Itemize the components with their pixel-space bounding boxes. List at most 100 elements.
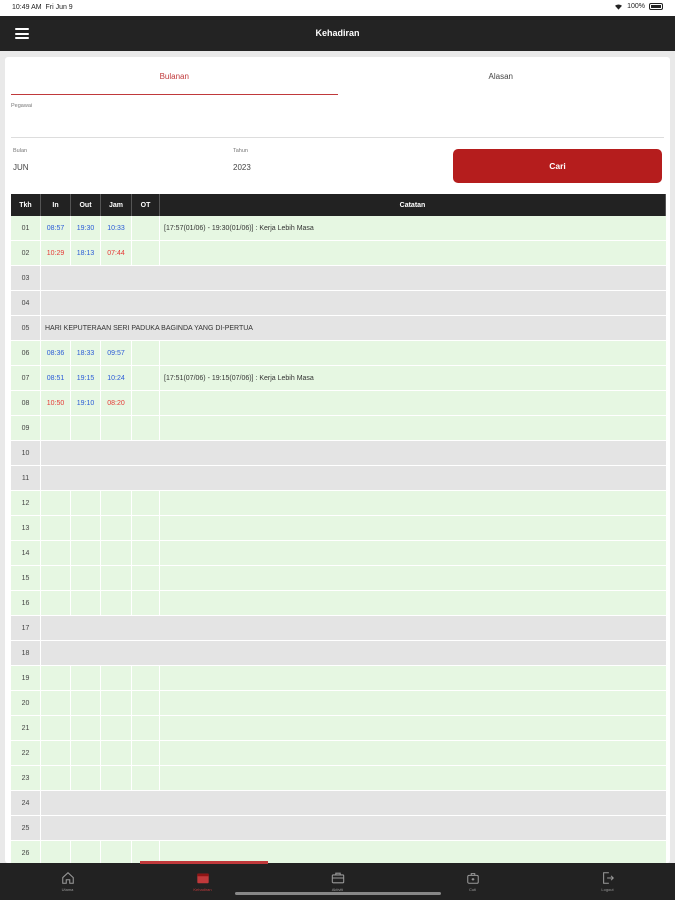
- cell-tkh: 09: [11, 416, 41, 440]
- table-row[interactable]: 13: [11, 516, 666, 541]
- cell-catatan: [160, 666, 666, 690]
- cell-tkh: 12: [11, 491, 41, 515]
- cell-jam: [101, 516, 132, 540]
- cell-jam: [101, 591, 132, 615]
- cell-out: [71, 516, 101, 540]
- table-row[interactable]: 17: [11, 616, 666, 641]
- table-row[interactable]: 20: [11, 691, 666, 716]
- nav-utama[interactable]: Utama: [0, 863, 135, 900]
- cell-tkh: 16: [11, 591, 41, 615]
- header-ot: OT: [132, 194, 160, 216]
- cell-jam: [101, 741, 132, 765]
- table-row[interactable]: 02 10:29 18:13 07:44: [11, 241, 666, 266]
- cell-in: [41, 541, 71, 565]
- cell-tkh: 15: [11, 566, 41, 590]
- table-row[interactable]: 03: [11, 266, 666, 291]
- tahun-select[interactable]: Tahun 2023: [233, 148, 433, 172]
- cell-jam: [101, 766, 132, 790]
- cell-tkh: 17: [11, 616, 41, 640]
- content-card: Bulanan Alasan Pegawai Bulan JUN Tahun 2…: [5, 57, 670, 863]
- cell-tkh: 04: [11, 291, 41, 315]
- header-in: In: [41, 194, 71, 216]
- bulan-label: Bulan: [13, 148, 28, 154]
- cell-jam: [101, 416, 132, 440]
- cell-holiday: HARI KEPUTERAAN SERI PADUKA BAGINDA YANG…: [45, 324, 253, 332]
- table-header: Tkh In Out Jam OT Catatan: [11, 194, 666, 216]
- cell-jam: [101, 716, 132, 740]
- cell-in: [41, 416, 71, 440]
- table-row[interactable]: 01 08:57 19:30 10:33 [17:57(01/06) - 19:30(0…: [11, 216, 666, 241]
- table-row[interactable]: 25: [11, 816, 666, 841]
- cell-catatan: [160, 741, 666, 765]
- cell-tkh: 13: [11, 516, 41, 540]
- cell-ot: [132, 516, 160, 540]
- cell-out: 19:15: [71, 366, 101, 390]
- table-row[interactable]: 08 10:50 19:10 08:20: [11, 391, 666, 416]
- cell-tkh: 14: [11, 541, 41, 565]
- table-row[interactable]: 21: [11, 716, 666, 741]
- pegawai-field[interactable]: Pegawai: [11, 103, 664, 138]
- nav-logout-label: Logout: [601, 887, 614, 892]
- table-row[interactable]: 05 HARI KEPUTERAAN SERI PADUKA BAGINDA YA…: [11, 316, 666, 341]
- cell-catatan: [160, 716, 666, 740]
- cell-holiday: [41, 291, 666, 315]
- table-row[interactable]: 15: [11, 566, 666, 591]
- cell-tkh: 19: [11, 666, 41, 690]
- cell-ot: [132, 741, 160, 765]
- cell-out: [71, 691, 101, 715]
- cell-tkh: 01: [11, 216, 41, 240]
- table-row[interactable]: 10: [11, 441, 666, 466]
- table-row[interactable]: 26: [11, 841, 666, 863]
- cell-tkh: 24: [11, 791, 41, 815]
- cell-ot: [132, 491, 160, 515]
- table-row[interactable]: 18: [11, 641, 666, 666]
- table-row[interactable]: 07 08:51 19:15 10:24 [17:51(07/06) - 19:15(0…: [11, 366, 666, 391]
- wifi-icon: [615, 4, 623, 10]
- cell-catatan: [160, 516, 666, 540]
- cell-tkh: 25: [11, 816, 41, 840]
- tab-alasan[interactable]: Alasan: [338, 57, 665, 95]
- cell-holiday: [41, 466, 666, 490]
- cell-holiday: [41, 816, 666, 840]
- battery-percent: 100%: [627, 3, 645, 10]
- table-row[interactable]: 23: [11, 766, 666, 791]
- cell-out: [71, 416, 101, 440]
- table-row[interactable]: 06 08:36 18:33 09:57: [11, 341, 666, 366]
- cell-out: [71, 541, 101, 565]
- cell-catatan: [160, 591, 666, 615]
- cell-jam: 07:44: [101, 241, 132, 265]
- table-row[interactable]: 09: [11, 416, 666, 441]
- nav-logout[interactable]: Logout: [540, 863, 675, 900]
- cell-jam: [101, 491, 132, 515]
- cell-ot: [132, 366, 160, 390]
- logout-icon: [602, 872, 614, 884]
- cell-in: [41, 841, 71, 863]
- cell-out: [71, 666, 101, 690]
- cell-in: [41, 766, 71, 790]
- table-row[interactable]: 12: [11, 491, 666, 516]
- cell-ot: [132, 566, 160, 590]
- cell-ot: [132, 341, 160, 365]
- cell-ot: [132, 841, 160, 863]
- table-row[interactable]: 04: [11, 291, 666, 316]
- nav-utama-label: Utama: [61, 887, 74, 892]
- cell-in: 08:57: [41, 216, 71, 240]
- cell-jam: 09:57: [101, 341, 132, 365]
- nav-kehadiran-label: Kehadiran: [193, 887, 212, 892]
- cell-ot: [132, 591, 160, 615]
- table-row[interactable]: 22: [11, 741, 666, 766]
- cell-tkh: 03: [11, 266, 41, 290]
- table-row[interactable]: 11: [11, 466, 666, 491]
- table-row[interactable]: 19: [11, 666, 666, 691]
- table-row[interactable]: 24: [11, 791, 666, 816]
- table-row[interactable]: 16: [11, 591, 666, 616]
- bulan-select[interactable]: Bulan JUN: [13, 148, 213, 172]
- table-row[interactable]: 14: [11, 541, 666, 566]
- cari-button[interactable]: Cari: [453, 149, 662, 183]
- cell-ot: [132, 766, 160, 790]
- cell-catatan: [160, 491, 666, 515]
- cell-in: 08:36: [41, 341, 71, 365]
- tab-bulanan[interactable]: Bulanan: [11, 57, 338, 95]
- header-jam: Jam: [101, 194, 132, 216]
- cell-out: [71, 716, 101, 740]
